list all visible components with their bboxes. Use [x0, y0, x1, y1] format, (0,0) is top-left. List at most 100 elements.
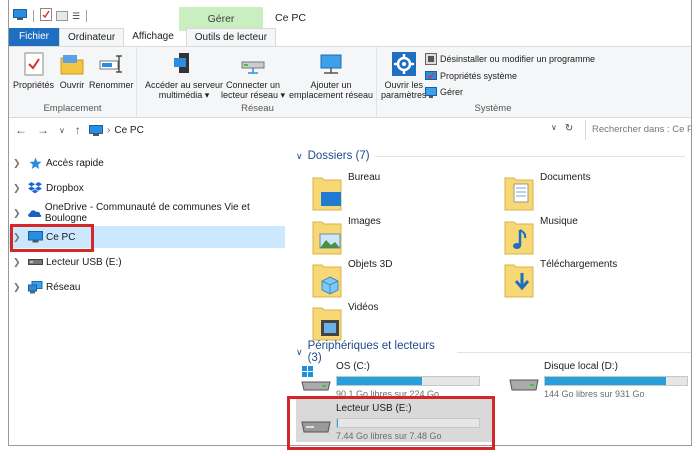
chevron-right-icon[interactable]: ❯ — [13, 158, 27, 169]
checkmark-page-icon — [21, 51, 47, 77]
folder-documents[interactable]: Documents — [504, 172, 591, 212]
ajouter-emplacement-button[interactable]: Ajouter un emplacement réseau — [289, 51, 373, 100]
highlight-box-usb-drive — [287, 396, 495, 450]
drive-usage-fill — [545, 377, 666, 385]
desktop-folder-icon — [312, 172, 342, 212]
chevron-right-icon[interactable]: ❯ — [13, 183, 27, 194]
usb-drive-icon — [27, 255, 43, 269]
folder-bureau[interactable]: Bureau — [312, 172, 380, 212]
gerer-button[interactable]: Gérer — [425, 86, 463, 98]
nav-item-acces-rapide[interactable]: ❯ Accès rapide — [9, 152, 285, 174]
customize-qat-icon[interactable]: ☰ — [72, 11, 80, 22]
ribbon-group-emplacement: Propriétés Ouvrir Renommer Emplacement — [9, 47, 137, 117]
group-label-reseau: Réseau — [241, 103, 274, 114]
forward-arrow-icon[interactable]: → — [37, 123, 49, 137]
rename-icon — [98, 51, 124, 77]
section-divider — [374, 155, 685, 157]
nav-item-dropbox[interactable]: ❯ Dropbox — [9, 177, 285, 199]
3d-objects-folder-icon — [312, 259, 342, 299]
chevron-down-icon[interactable]: ∨ — [296, 151, 303, 162]
back-arrow-icon[interactable]: ← — [15, 123, 27, 137]
up-arrow-icon[interactable]: ↑ — [75, 123, 81, 137]
chevron-right-icon[interactable]: ❯ — [13, 257, 27, 268]
tab-outils-de-lecteur[interactable]: Outils de lecteur — [185, 28, 277, 46]
refresh-icon[interactable]: ↻ — [565, 123, 573, 134]
folder-images[interactable]: Images — [312, 216, 381, 256]
drive-usage-bar — [336, 376, 480, 386]
renommer-button[interactable]: Renommer — [89, 51, 134, 90]
network-icon — [27, 280, 43, 294]
title-bar: ☰ Gérer Ce PC — [9, 0, 691, 31]
quick-access-toolbar: ☰ — [13, 8, 89, 24]
folder-videos[interactable]: Vidéos — [312, 302, 378, 342]
folder-objets-3d[interactable]: Objets 3D — [312, 259, 392, 299]
ribbon: Propriétés Ouvrir Renommer Emplacement A… — [9, 46, 691, 118]
pc-icon — [89, 124, 103, 136]
chevron-right-icon[interactable]: ❯ — [13, 282, 27, 293]
pc-icon[interactable] — [13, 9, 27, 23]
nav-label: OneDrive - Communauté de communes Vie et… — [44, 202, 250, 224]
address-path[interactable]: › Ce PC — [89, 120, 589, 140]
dropbox-icon — [27, 181, 43, 195]
folder-label: Vidéos — [348, 302, 379, 313]
nav-label: Réseau — [46, 281, 81, 293]
acceder-line1: Accéder au serveur — [145, 80, 224, 90]
folders-section-header[interactable]: ∨ Dossiers (7) — [296, 150, 685, 162]
uninstall-icon — [425, 53, 437, 65]
folder-label: Téléchargements — [540, 259, 618, 270]
videos-folder-icon — [312, 302, 342, 342]
nav-item-lecteur-usb[interactable]: ❯ Lecteur USB (E:) — [9, 251, 285, 273]
documents-folder-icon — [504, 172, 534, 212]
desinstaller-button[interactable]: Désinstaller ou modifier un programme — [425, 53, 595, 65]
open-folder-icon — [59, 51, 85, 77]
parametres-line1: Ouvrir les — [384, 80, 424, 90]
navigation-buttons: ← → ∨ ↑ — [15, 123, 81, 137]
nav-label: Accès rapide — [46, 157, 104, 169]
ouvrir-parametres-button[interactable]: Ouvrir les paramètres — [381, 51, 427, 100]
drive-usage-fill — [337, 377, 423, 385]
breadcrumb-separator: › — [107, 124, 111, 136]
drive-disque-local-d[interactable]: Disque local (D:) 144 Go libres sur 931 … — [504, 358, 691, 402]
separator — [33, 10, 34, 22]
connecter-line2: lecteur réseau ▾ — [221, 90, 286, 100]
highlight-box-ce-pc — [10, 224, 94, 252]
properties-icon[interactable] — [40, 8, 52, 24]
folder-musique[interactable]: Musique — [504, 216, 578, 256]
proprietes-systeme-button[interactable]: Propriétés système — [425, 70, 517, 82]
nav-item-onedrive[interactable]: ❯ OneDrive - Communauté de communes Vie … — [9, 202, 285, 224]
ouvrir-button[interactable]: Ouvrir — [59, 51, 85, 90]
ajouter-line2: emplacement réseau — [289, 90, 374, 100]
parametres-line2: paramètres — [381, 90, 427, 100]
acceder-line2: multimédia ▾ — [158, 90, 210, 100]
settings-gear-icon — [391, 51, 417, 77]
ribbon-tabs: Fichier Ordinateur Affichage Outils de l… — [9, 28, 691, 46]
separator — [86, 10, 88, 22]
nav-label: Lecteur USB (E:) — [46, 256, 122, 268]
folder-telechargements[interactable]: Téléchargements — [504, 259, 617, 299]
connecter-lecteur-button[interactable]: Connecter un lecteur réseau ▾ — [221, 51, 285, 100]
chevron-down-icon[interactable]: ∨ — [296, 347, 303, 358]
nav-item-reseau[interactable]: ❯ Réseau — [9, 276, 285, 298]
recent-chevron-down-icon[interactable]: ∨ — [59, 126, 65, 135]
address-bar-row: ← → ∨ ↑ › Ce PC ∨ ↻ Rechercher dans : Ce… — [9, 120, 691, 140]
acceder-serveur-button[interactable]: Accéder au serveur multimédia ▾ — [145, 51, 223, 100]
proprietes-button[interactable]: Propriétés — [13, 51, 54, 90]
tab-ordinateur[interactable]: Ordinateur — [59, 28, 125, 46]
breadcrumb-ce-pc[interactable]: Ce PC — [114, 125, 143, 136]
new-folder-icon[interactable] — [56, 9, 68, 24]
folder-label: Images — [348, 216, 381, 227]
search-input[interactable]: Rechercher dans : Ce PC — [585, 120, 691, 140]
folders-header-label: Dossiers (7) — [307, 150, 370, 162]
proprietes-systeme-label: Propriétés système — [440, 71, 518, 81]
connecter-line1: Connecter un — [226, 80, 281, 90]
network-drive-icon — [240, 51, 266, 77]
drive-usage-bar — [544, 376, 688, 386]
drive-name: Disque local (D:) — [544, 361, 618, 372]
folder-label: Musique — [540, 216, 578, 227]
drive-free-space: 144 Go libres sur 931 Go — [544, 389, 645, 399]
chevron-right-icon[interactable]: ❯ — [13, 208, 26, 219]
address-dropdown-icon[interactable]: ∨ — [551, 123, 557, 134]
network-location-icon — [318, 51, 344, 77]
tab-fichier[interactable]: Fichier — [9, 28, 60, 46]
tab-affichage[interactable]: Affichage — [124, 28, 182, 46]
